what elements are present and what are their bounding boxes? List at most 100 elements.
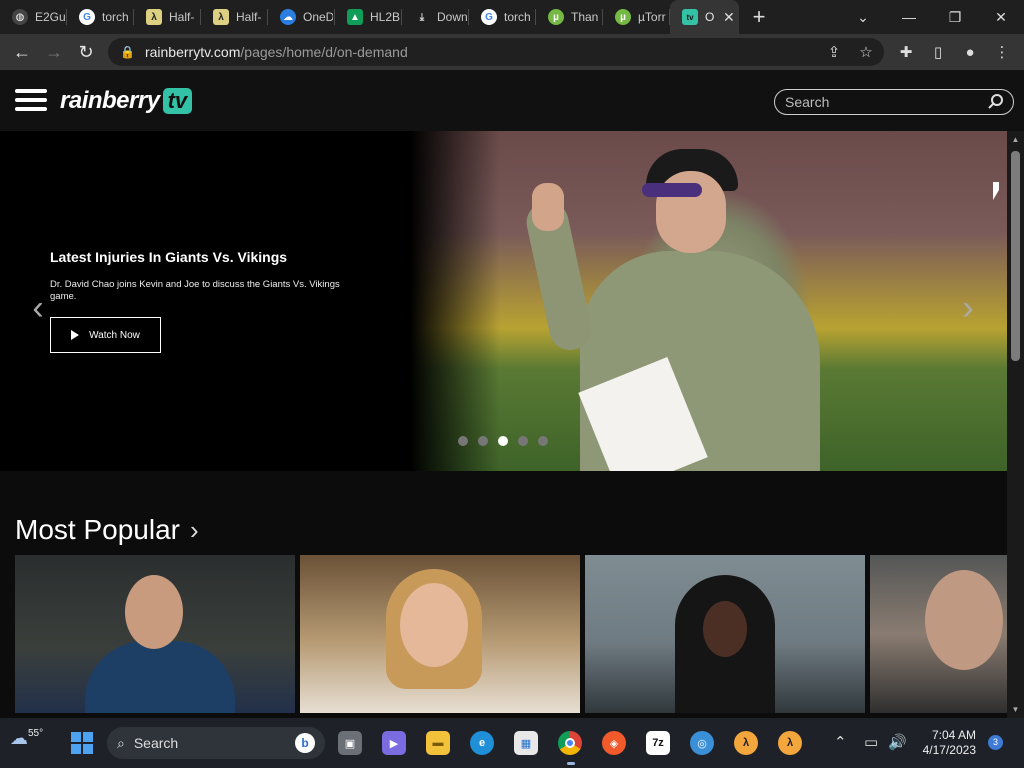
restore-button[interactable]: ❐: [932, 0, 978, 34]
network-icon[interactable]: ▭: [864, 733, 878, 751]
tab-title: Than: [571, 10, 599, 24]
video-card[interactable]: [15, 555, 295, 713]
chrome-active-indicator: [567, 762, 575, 765]
back-button[interactable]: ←: [6, 36, 38, 68]
google-icon: G: [481, 9, 497, 25]
section-title: Most Popular: [15, 514, 180, 545]
teams-chat-icon[interactable]: ▶: [382, 731, 406, 755]
browser-tab[interactable]: µ Than: [536, 0, 603, 34]
half-life-taskbar-icon[interactable]: λ: [734, 731, 758, 755]
browser-tab-active[interactable]: tv O ✕: [670, 0, 739, 34]
tab-title: torch: [504, 10, 531, 24]
search-icon[interactable]: [987, 93, 1005, 111]
clock[interactable]: 7:04 AM 4/17/2023: [912, 728, 976, 758]
tab-title: HL2B: [370, 10, 400, 24]
mouse-cursor-icon: [993, 182, 999, 200]
video-card[interactable]: [585, 555, 865, 713]
brave-icon[interactable]: ◈: [602, 731, 626, 755]
browser-tab[interactable]: ▲ HL2B: [335, 0, 402, 34]
browser-tab[interactable]: ◍ E2Gu: [0, 0, 67, 34]
new-tab-button[interactable]: +: [739, 0, 779, 34]
browser-tab[interactable]: Gtorch: [469, 0, 536, 34]
browser-tab[interactable]: ☁ OneD: [268, 0, 335, 34]
scrollbar-thumb[interactable]: [1011, 151, 1020, 361]
close-tab-icon[interactable]: ✕: [723, 9, 735, 26]
hero-carousel: Latest Injuries In Giants Vs. Vikings Dr…: [0, 131, 1007, 471]
utorrent-icon: µ: [548, 9, 564, 25]
tab-title: Half-: [236, 10, 262, 24]
notification-badge[interactable]: 3: [988, 735, 1003, 750]
edge-icon[interactable]: e: [470, 731, 494, 755]
video-card[interactable]: [300, 555, 580, 713]
browser-tab[interactable]: µ µTorr: [603, 0, 670, 34]
media-player-icon[interactable]: ◎: [690, 731, 714, 755]
taskbar-search[interactable]: ⌕ Search b: [107, 727, 325, 759]
menu-kebab-icon[interactable]: ⋮: [986, 36, 1018, 68]
utorrent-icon: µ: [615, 9, 631, 25]
browser-tab[interactable]: Gtorch: [67, 0, 134, 34]
clock-date: 4/17/2023: [922, 743, 976, 757]
browser-tab[interactable]: λ Half-: [134, 0, 201, 34]
search-icon: ⌕: [117, 734, 125, 751]
carousel-dot[interactable]: [458, 436, 468, 446]
play-icon: [71, 330, 80, 340]
watch-now-label: Watch Now: [89, 329, 140, 341]
url-host: rainberrytv.com: [144, 44, 241, 60]
carousel-dot[interactable]: [478, 436, 488, 446]
hamburger-menu-icon[interactable]: [15, 89, 47, 113]
file-explorer-icon[interactable]: ▬: [426, 731, 450, 755]
browser-toolbar: ← → ↻ 🔒 rainberrytv.com/pages/home/d/on-…: [0, 34, 1024, 70]
tab-search-chevron-icon[interactable]: ⌄: [840, 0, 886, 34]
logo-word: rainberry: [60, 87, 160, 114]
scroll-up-icon[interactable]: ▲: [1011, 135, 1020, 144]
page-scrollbar[interactable]: ▲ ▼: [1007, 131, 1024, 718]
tab-title: OneD: [303, 10, 333, 24]
google-icon: G: [79, 9, 95, 25]
most-popular-heading[interactable]: Most Popular ›: [15, 514, 199, 546]
site-header: rainberry tv: [0, 70, 1024, 131]
volume-icon[interactable]: 🔊: [888, 733, 907, 751]
side-panel-icon[interactable]: ▯: [922, 36, 954, 68]
7zip-icon[interactable]: 7z: [646, 731, 670, 755]
microsoft-store-icon[interactable]: ▦: [514, 731, 538, 755]
logo-tv: tv: [162, 88, 193, 114]
bing-icon: b: [295, 733, 315, 753]
browser-tab[interactable]: ⤓ Down: [402, 0, 469, 34]
extensions-icon[interactable]: ✚: [890, 36, 922, 68]
tab-title: µTorr: [638, 10, 666, 24]
bookmark-star-icon[interactable]: ☆: [856, 42, 876, 62]
carousel-dot[interactable]: [498, 436, 508, 446]
weather-widget[interactable]: ☁55°: [10, 728, 43, 749]
search-input[interactable]: [785, 94, 975, 110]
profile-icon[interactable]: ●: [954, 36, 986, 68]
google-drive-icon: ▲: [347, 9, 363, 25]
reload-button[interactable]: ↻: [70, 36, 102, 68]
scroll-down-icon[interactable]: ▼: [1011, 705, 1020, 714]
close-window-button[interactable]: ✕: [978, 0, 1024, 34]
browser-tab[interactable]: λ Half-: [201, 0, 268, 34]
carousel-dot[interactable]: [518, 436, 528, 446]
tab-title: O: [705, 10, 715, 24]
cloud-icon: ☁: [10, 728, 28, 748]
tab-title: Half-: [169, 10, 195, 24]
show-hidden-icons-chevron-icon[interactable]: ⌃: [834, 733, 847, 751]
chevron-right-icon: ›: [189, 514, 199, 545]
address-bar[interactable]: 🔒 rainberrytv.com/pages/home/d/on-demand…: [108, 38, 884, 66]
carousel-next-arrow-icon[interactable]: ›: [958, 291, 978, 325]
video-card[interactable]: [870, 555, 1007, 713]
hero-description: Dr. David Chao joins Kevin and Joe to di…: [50, 279, 340, 302]
taskbar-search-label: Search: [133, 735, 179, 751]
task-view-icon[interactable]: ▣: [338, 731, 362, 755]
carousel-dot[interactable]: [538, 436, 548, 446]
tab-strip: ◍ E2Gu Gtorch λ Half- λ Half- ☁ OneD ▲ HL2B ⤓…: [0, 0, 1024, 34]
carousel-dots: [458, 436, 558, 446]
share-icon[interactable]: ⇪: [824, 42, 844, 62]
chrome-icon[interactable]: [558, 731, 582, 755]
minimize-button[interactable]: —: [886, 0, 932, 34]
carousel-prev-arrow-icon[interactable]: ‹: [28, 291, 48, 325]
start-windows-icon[interactable]: [70, 731, 94, 755]
half-life-2-taskbar-icon[interactable]: λ: [778, 731, 802, 755]
rainberry-logo[interactable]: rainberry tv: [60, 86, 193, 116]
watch-now-button[interactable]: Watch Now: [50, 317, 161, 353]
forward-button[interactable]: →: [38, 36, 70, 68]
